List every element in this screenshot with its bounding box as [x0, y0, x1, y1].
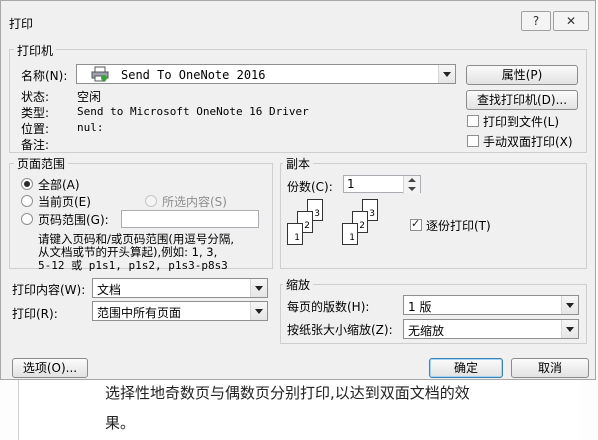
document-text-line: 选择性地奇数页与偶数页分别打印,以达到双面文档的效: [105, 384, 470, 402]
chevron-down-icon[interactable]: [250, 279, 267, 297]
chevron-down-icon[interactable]: [561, 296, 578, 314]
print-dialog: 打印 ? ✕ 打印机 名称(N): Send To OneNote 2016 状…: [0, 0, 596, 380]
pages-per-sheet-value: 1 版: [408, 300, 432, 314]
copies-input[interactable]: 1: [343, 175, 421, 194]
collate-label[interactable]: 逐份打印(T): [426, 217, 491, 234]
printer-name-value: Send To OneNote 2016: [121, 68, 266, 82]
page-range-current-radio[interactable]: [21, 195, 33, 207]
chevron-down-icon[interactable]: [438, 65, 455, 83]
print-range-value: 范围中所有页面: [97, 306, 182, 320]
page-range-pages-label[interactable]: 页码范围(G):: [38, 211, 109, 228]
print-to-file-label[interactable]: 打印到文件(L): [483, 113, 559, 130]
chevron-down-icon[interactable]: [561, 320, 578, 338]
pages-per-sheet-dropdown[interactable]: 1 版: [403, 295, 579, 315]
document-text-line: 果。: [105, 414, 136, 432]
print-what-dropdown[interactable]: 文档: [92, 278, 268, 298]
page-icon: 1: [342, 223, 358, 245]
scale-dropdown[interactable]: 无缩放: [403, 319, 579, 339]
help-button[interactable]: ?: [521, 11, 551, 31]
cancel-button[interactable]: 取消: [511, 358, 589, 378]
copies-label: 份数(C):: [287, 180, 333, 194]
page-range-all-radio[interactable]: [21, 178, 33, 190]
page-range-title: 页面范围: [14, 155, 69, 172]
printer-status-label: 状态:: [21, 90, 50, 104]
printer-type-label: 类型:: [21, 106, 50, 120]
scale-value: 无缩放: [408, 324, 445, 338]
zoom-title: 缩放: [283, 276, 314, 293]
dialog-title: 打印: [9, 17, 34, 31]
printer-status-value: 空闲: [77, 90, 102, 104]
properties-button[interactable]: 属性(P): [466, 65, 578, 85]
manual-duplex-label[interactable]: 手动双面打印(X): [483, 133, 573, 150]
page-range-all-label[interactable]: 全部(A): [38, 176, 80, 193]
print-to-file-checkbox[interactable]: [467, 115, 479, 127]
printer-where-label: 位置:: [21, 122, 50, 136]
find-printer-button[interactable]: 查找打印机(D)...: [466, 90, 578, 110]
copies-title: 副本: [283, 155, 314, 172]
close-button[interactable]: ✕: [553, 11, 589, 31]
page-range-pages-input[interactable]: [121, 210, 259, 228]
print-what-value: 文档: [97, 283, 122, 297]
page-range-selection-label: 所选内容(S): [162, 195, 227, 209]
printer-icon: [91, 66, 109, 82]
printer-comment-label: 备注:: [21, 138, 50, 152]
print-range-label: 打印(R):: [12, 307, 58, 321]
printer-name-label: 名称(N):: [21, 69, 68, 83]
page-range-current-label[interactable]: 当前页(E): [38, 193, 91, 210]
title-bar: 打印 ? ✕: [1, 1, 595, 37]
pages-per-sheet-label: 每页的版数(H):: [287, 300, 370, 314]
printer-where-value: nul:: [77, 121, 104, 134]
copies-value: 1: [347, 177, 355, 191]
printer-group-title: 打印机: [14, 42, 57, 59]
page-range-pages-radio[interactable]: [21, 213, 33, 225]
printer-name-dropdown[interactable]: Send To OneNote 2016: [76, 64, 456, 84]
scale-label: 按纸张大小缩放(Z):: [287, 323, 393, 337]
spin-down-icon[interactable]: [404, 185, 420, 194]
page-range-selection-radio: [145, 195, 157, 207]
page-icon: 1: [287, 223, 303, 245]
manual-duplex-checkbox[interactable]: [467, 135, 479, 147]
print-what-label: 打印内容(W):: [12, 283, 86, 297]
printer-type-value: Send to Microsoft OneNote 16 Driver: [77, 105, 309, 118]
options-button[interactable]: 选项(O)...: [12, 358, 88, 378]
print-range-dropdown[interactable]: 范围中所有页面: [92, 301, 268, 321]
page-range-hint-line3: 5-12 或 p1s1, p1s2, p1s3-p8s3: [38, 259, 228, 272]
chevron-down-icon[interactable]: [250, 302, 267, 320]
collate-checkbox[interactable]: [410, 217, 422, 231]
ok-button[interactable]: 确定: [429, 358, 503, 378]
spin-up-icon[interactable]: [404, 176, 420, 185]
copies-spinner[interactable]: [403, 176, 420, 194]
